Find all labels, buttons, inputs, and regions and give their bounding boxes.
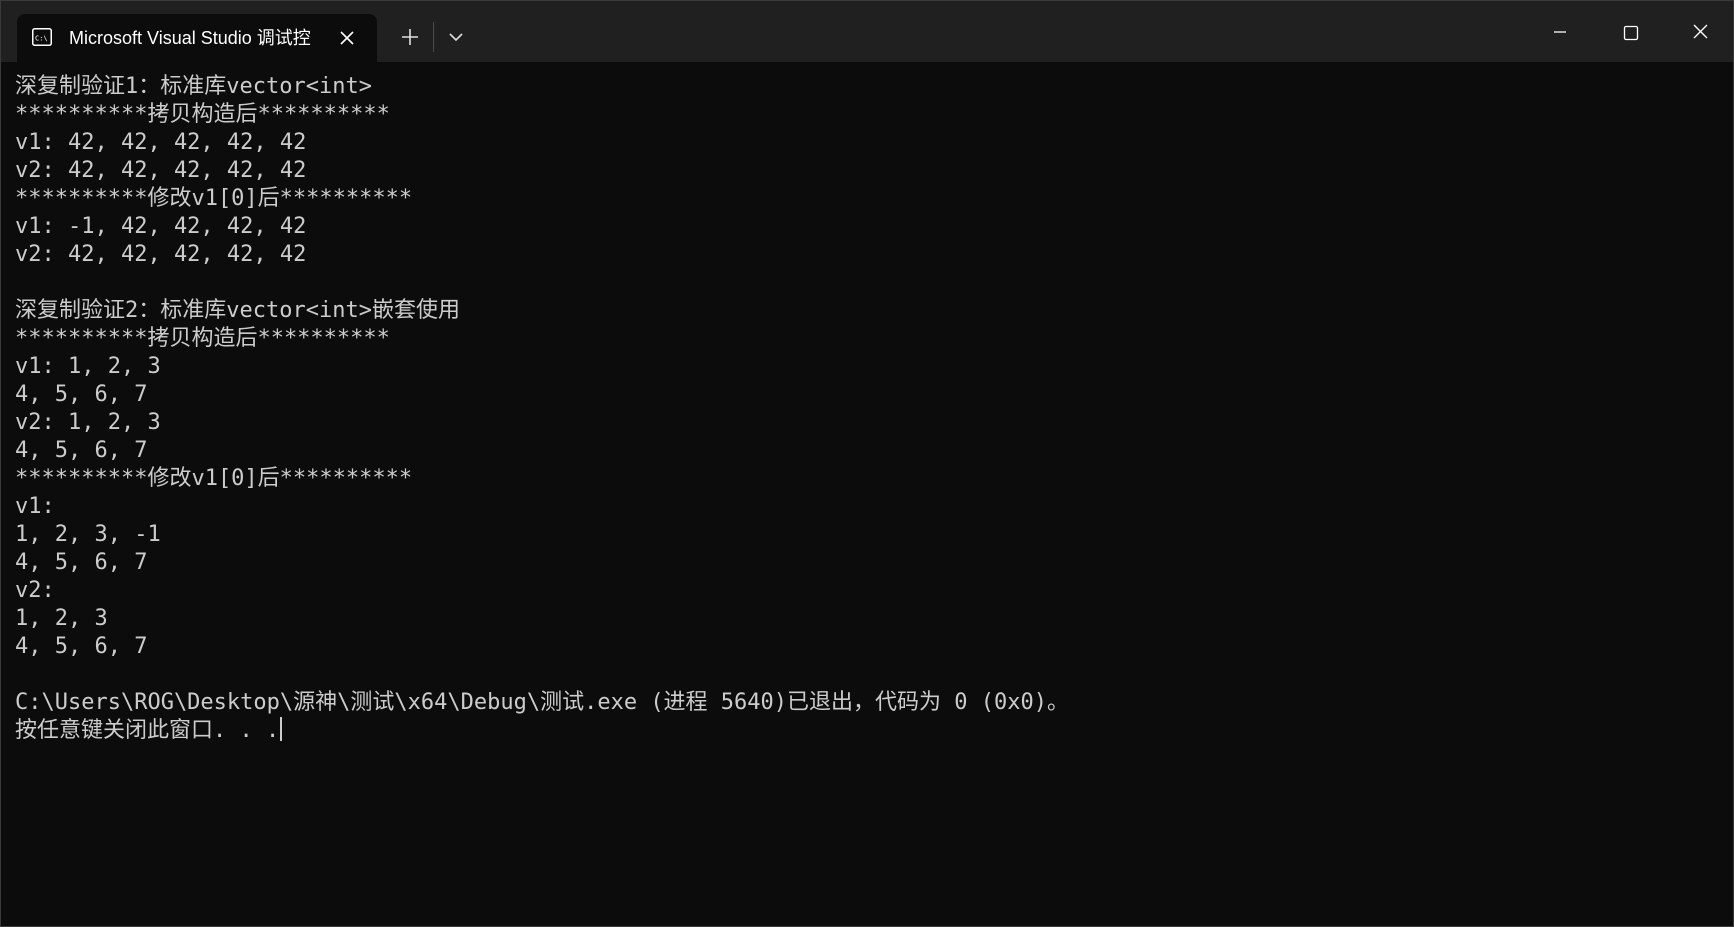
console-app-icon: C:\ bbox=[32, 28, 52, 46]
console-line: 4, 5, 6, 7 bbox=[15, 382, 148, 407]
tab-title: Microsoft Visual Studio 调试控 bbox=[69, 28, 311, 48]
console-line: **********修改v1[0]后********** bbox=[15, 186, 413, 211]
console-tab[interactable]: C:\ Microsoft Visual Studio 调试控 bbox=[17, 14, 377, 62]
console-line: v2: 1, 2, 3 bbox=[15, 410, 161, 435]
svg-text:C:\: C:\ bbox=[35, 35, 48, 43]
chevron-down-icon bbox=[449, 33, 463, 42]
console-line: 4, 5, 6, 7 bbox=[15, 550, 148, 575]
console-line: 4, 5, 6, 7 bbox=[15, 438, 148, 463]
title-bar[interactable]: C:\ Microsoft Visual Studio 调试控 bbox=[1, 1, 1733, 62]
console-line: 深复制验证2：标准库vector<int>嵌套使用 bbox=[15, 298, 460, 323]
console-line: v1: bbox=[15, 494, 55, 519]
close-icon bbox=[1693, 24, 1708, 39]
text-cursor bbox=[280, 717, 283, 741]
console-line: 1, 2, 3, -1 bbox=[15, 522, 161, 547]
console-output[interactable]: 深复制验证1：标准库vector<int> **********拷贝构造后****… bbox=[15, 73, 1733, 926]
console-line: v1: -1, 42, 42, 42, 42 bbox=[15, 214, 307, 239]
console-line: 按任意键关闭此窗口. . . bbox=[15, 717, 1733, 745]
console-line: 深复制验证1：标准库vector<int> bbox=[15, 74, 372, 99]
console-line: 4, 5, 6, 7 bbox=[15, 634, 148, 659]
console-line: 1, 2, 3 bbox=[15, 606, 108, 631]
console-line: v2: 42, 42, 42, 42, 42 bbox=[15, 242, 307, 267]
console-line: **********拷贝构造后********** bbox=[15, 102, 390, 127]
terminal-window: C:\ Microsoft Visual Studio 调试控 深复制验证1：标… bbox=[0, 0, 1734, 927]
minimize-button[interactable] bbox=[1525, 1, 1595, 62]
maximize-icon bbox=[1623, 25, 1639, 41]
minimize-icon bbox=[1554, 31, 1566, 33]
console-line: v1: 42, 42, 42, 42, 42 bbox=[15, 130, 307, 155]
console-line: v2: bbox=[15, 578, 55, 603]
new-tab-button[interactable] bbox=[391, 18, 429, 56]
tab-separator bbox=[433, 22, 434, 52]
console-line: **********修改v1[0]后********** bbox=[15, 466, 413, 491]
plus-icon bbox=[402, 29, 418, 45]
tab-close-icon[interactable] bbox=[335, 26, 359, 50]
console-line: **********拷贝构造后********** bbox=[15, 326, 390, 351]
close-window-button[interactable] bbox=[1665, 1, 1733, 62]
console-line: v2: 42, 42, 42, 42, 42 bbox=[15, 158, 307, 183]
maximize-button[interactable] bbox=[1595, 1, 1665, 62]
tab-dropdown-button[interactable] bbox=[437, 18, 475, 56]
console-line: v1: 1, 2, 3 bbox=[15, 354, 161, 379]
console-line: C:\Users\ROG\Desktop\源神\测试\x64\Debug\测试.… bbox=[15, 690, 1069, 715]
